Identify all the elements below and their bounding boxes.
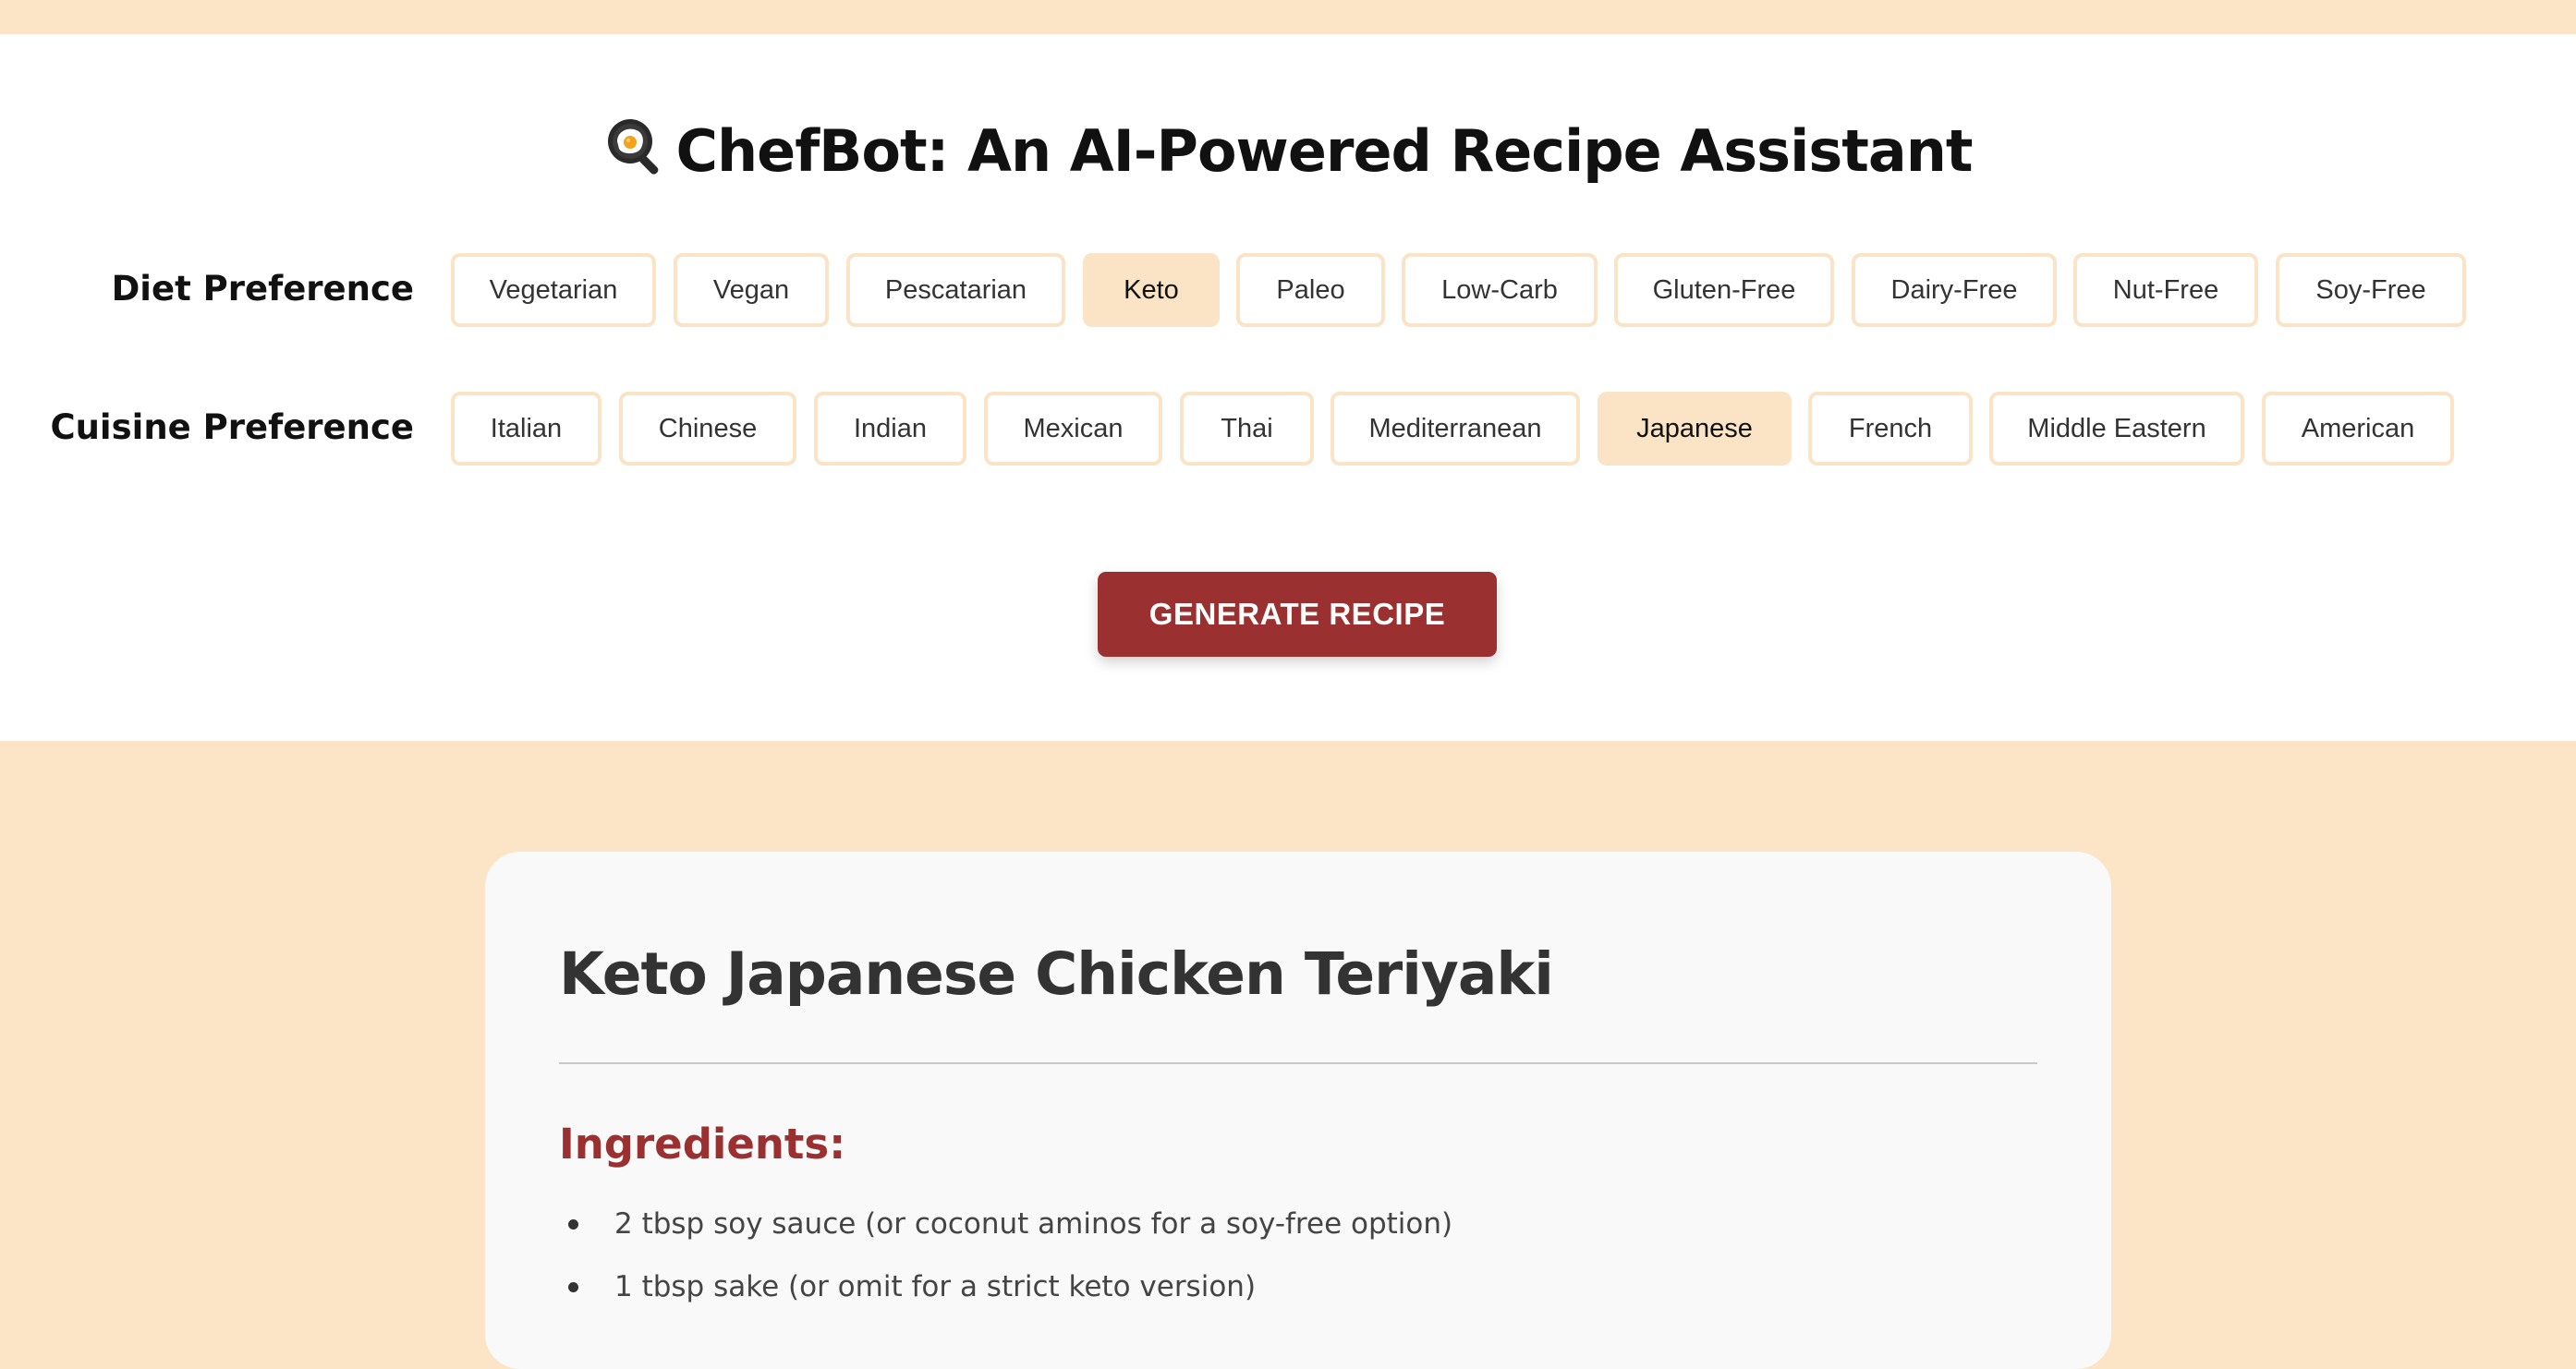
cuisine-option-mediterranean[interactable]: Mediterranean — [1331, 392, 1580, 466]
page-title: ChefBot: An AI-Powered Recipe Assistant — [0, 115, 2576, 185]
diet-option-low-carb[interactable]: Low-Carb — [1402, 253, 1598, 327]
diet-option-soy-free[interactable]: Soy-Free — [2276, 253, 2466, 327]
cuisine-option-middle-eastern[interactable]: Middle Eastern — [1989, 392, 2244, 466]
diet-option-vegetarian[interactable]: Vegetarian — [451, 253, 656, 327]
list-item: 2 tbsp soy sauce (or coconut aminos for … — [559, 1201, 1452, 1264]
ingredient-list: 2 tbsp soy sauce (or coconut aminos for … — [559, 1201, 1452, 1327]
diet-option-nut-free[interactable]: Nut-Free — [2073, 253, 2258, 327]
page-title-text: ChefBot: An AI-Powered Recipe Assistant — [675, 117, 1974, 185]
cuisine-option-italian[interactable]: Italian — [451, 392, 601, 466]
recipe-card: Keto Japanese Chicken Teriyaki Ingredien… — [485, 852, 2111, 1369]
diet-option-gluten-free[interactable]: Gluten-Free — [1614, 253, 1834, 327]
diet-option-keto[interactable]: Keto — [1083, 253, 1220, 327]
cuisine-option-indian[interactable]: Indian — [814, 392, 966, 466]
diet-option-dairy-free[interactable]: Dairy-Free — [1852, 253, 2057, 327]
top-strip — [0, 0, 2576, 34]
cuisine-option-japanese[interactable]: Japanese — [1598, 392, 1792, 466]
cuisine-preference-label: Cuisine Preference — [50, 407, 414, 447]
list-item: 1 tbsp sake (or omit for a strict keto v… — [559, 1264, 1452, 1327]
cuisine-option-french[interactable]: French — [1808, 392, 1973, 466]
frying-pan-egg-icon — [604, 115, 665, 176]
cuisine-option-american[interactable]: American — [2262, 392, 2454, 466]
cuisine-option-mexican[interactable]: Mexican — [984, 392, 1162, 466]
ingredients-heading: Ingredients: — [559, 1120, 846, 1169]
recipe-divider — [559, 1062, 2037, 1064]
cuisine-option-chinese[interactable]: Chinese — [619, 392, 796, 466]
bullet-icon — [568, 1282, 578, 1292]
diet-preference-label: Diet Preference — [111, 269, 414, 309]
diet-option-vegan[interactable]: Vegan — [674, 253, 829, 327]
diet-option-paleo[interactable]: Paleo — [1236, 253, 1385, 327]
diet-option-pescatarian[interactable]: Pescatarian — [846, 253, 1065, 327]
cuisine-option-thai[interactable]: Thai — [1180, 392, 1314, 466]
bullet-icon — [568, 1219, 578, 1230]
recipe-title: Keto Japanese Chicken Teriyaki — [559, 940, 1554, 1008]
generate-recipe-button[interactable]: GENERATE RECIPE — [1098, 572, 1497, 657]
